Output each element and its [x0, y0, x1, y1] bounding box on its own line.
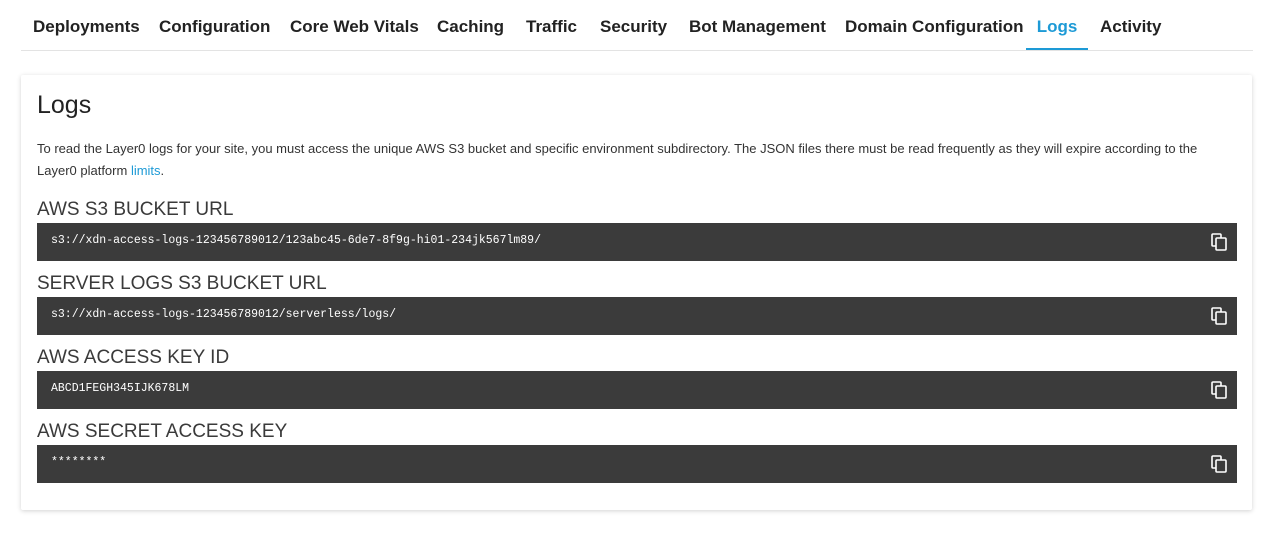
description-end: . [160, 163, 165, 178]
tab-logs[interactable]: Logs [1026, 0, 1088, 50]
server-logs-s3-bucket-url-value[interactable]: s3://xdn-access-logs-123456789012/server… [51, 297, 396, 333]
tab-security[interactable]: Security [600, 0, 667, 50]
tab-deployments[interactable]: Deployments [33, 0, 140, 50]
tab-core-web-vitals[interactable]: Core Web Vitals [290, 0, 419, 50]
aws-secret-access-key-label: AWS SECRET ACCESS KEY [37, 421, 288, 442]
aws-access-key-id-box: ABCD1FEGH345IJK678LM [37, 371, 1237, 409]
description-text: To read the Layer0 logs for your site, y… [37, 141, 1198, 178]
aws-secret-access-key-value[interactable]: ******** [51, 445, 106, 481]
tab-traffic[interactable]: Traffic [526, 0, 577, 50]
copy-icon[interactable] [1211, 307, 1227, 325]
copy-icon[interactable] [1211, 381, 1227, 399]
aws-secret-access-key-box: ******** [37, 445, 1237, 483]
aws-s3-bucket-url-value[interactable]: s3://xdn-access-logs-123456789012/123abc… [51, 223, 541, 259]
copy-icon[interactable] [1211, 233, 1227, 251]
logs-card: Logs To read the Layer0 logs for your si… [21, 75, 1252, 510]
tab-configuration[interactable]: Configuration [159, 0, 270, 50]
server-logs-s3-bucket-url-box: s3://xdn-access-logs-123456789012/server… [37, 297, 1237, 335]
page-title: Logs [37, 91, 92, 119]
aws-s3-bucket-url-label: AWS S3 BUCKET URL [37, 199, 234, 220]
limits-link[interactable]: limits [131, 163, 161, 178]
tab-bot-management[interactable]: Bot Management [689, 0, 826, 50]
aws-s3-bucket-url-box: s3://xdn-access-logs-123456789012/123abc… [37, 223, 1237, 261]
tab-caching[interactable]: Caching [437, 0, 504, 50]
server-logs-s3-bucket-url-label: SERVER LOGS S3 BUCKET URL [37, 273, 327, 294]
logs-description: To read the Layer0 logs for your site, y… [37, 138, 1237, 182]
tab-domain-configuration[interactable]: Domain Configuration [845, 0, 1023, 50]
tab-bar: Deployments Configuration Core Web Vital… [21, 0, 1253, 51]
tab-activity[interactable]: Activity [1100, 0, 1161, 50]
aws-access-key-id-value[interactable]: ABCD1FEGH345IJK678LM [51, 371, 189, 407]
aws-access-key-id-label: AWS ACCESS KEY ID [37, 347, 230, 368]
copy-icon[interactable] [1211, 455, 1227, 473]
